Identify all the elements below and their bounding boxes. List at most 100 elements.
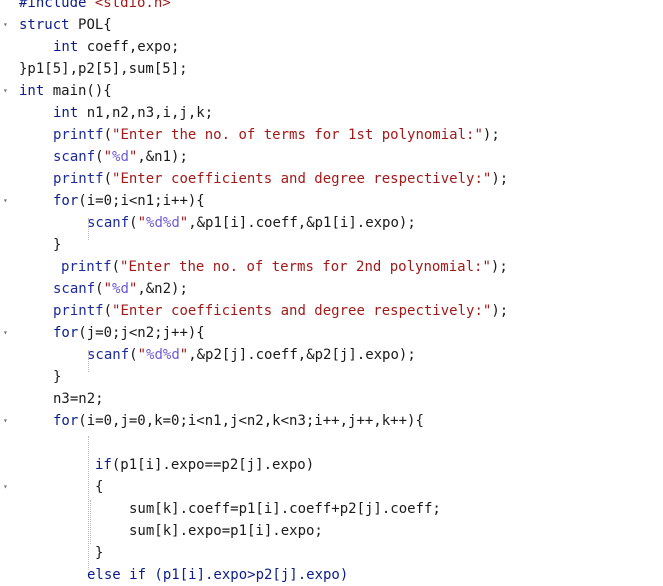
code-token: "Enter the no. of terms for 1st polynomi…	[112, 127, 483, 143]
code-line[interactable]: for(j=0;j<n2;j++){	[53, 322, 205, 344]
code-line[interactable]: printf("Enter the no. of terms for 2nd p…	[61, 256, 508, 278]
code-token: "	[137, 347, 147, 363]
code-token: sum[k].expo=p1[i].expo;	[129, 523, 323, 539]
code-line[interactable]: }	[53, 366, 61, 388]
gutter-marker	[0, 102, 3, 124]
code-line[interactable]: int main(){	[19, 80, 112, 102]
gutter-marker	[0, 344, 3, 366]
code-token: "	[179, 347, 189, 363]
code-token: POL{	[78, 17, 112, 33]
fold-chevron-icon[interactable]: ▾	[3, 410, 13, 432]
code-token: int	[53, 39, 87, 55]
indent-guide	[90, 500, 91, 544]
gutter-marker	[0, 498, 3, 520]
code-token: "Enter coefficients and degree respectiv…	[112, 171, 492, 187]
code-token: ,&p1[i].coeff,&p1[i].expo);	[188, 215, 416, 231]
gutter-marker	[0, 256, 3, 278]
fold-chevron-icon[interactable]: ▾	[3, 190, 13, 212]
indent-guide	[88, 218, 89, 240]
gutter-marker	[0, 146, 3, 168]
gutter-marker	[0, 388, 3, 410]
code-token: printf	[53, 171, 104, 187]
code-token: printf	[53, 303, 104, 319]
code-token: scanf	[53, 149, 96, 165]
gutter-marker	[0, 36, 3, 58]
code-line[interactable]: sum[k].expo=p1[i].expo;	[129, 520, 323, 542]
code-line[interactable]: n3=n2;	[53, 388, 104, 410]
code-line[interactable]: {	[95, 476, 103, 498]
code-line[interactable]: if(p1[i].expo==p2[j].expo)	[95, 454, 314, 476]
gutter-marker	[0, 0, 3, 14]
code-line[interactable]: printf("Enter coefficients and degree re…	[53, 168, 508, 190]
gutter-marker	[0, 300, 3, 322]
code-token: }	[95, 545, 104, 561]
code-token: scanf	[53, 281, 96, 297]
fold-chevron-icon[interactable]: ▾	[3, 322, 13, 344]
indent-guide	[88, 436, 89, 570]
code-token: ,&n1);	[137, 149, 188, 165]
code-token: (	[95, 149, 104, 165]
code-line[interactable]: }	[95, 542, 103, 564]
code-line[interactable]: scanf("%d%d",&p1[i].coeff,&p1[i].expo);	[87, 212, 416, 234]
code-token: coeff,expo;	[86, 39, 180, 55]
code-token: }p1[5],p2[5],sum[5];	[19, 61, 188, 77]
code-line[interactable]: }p1[5],p2[5],sum[5];	[19, 58, 188, 80]
code-line[interactable]: for(i=0;i<n1;i++){	[53, 190, 205, 212]
code-token: (j=0;j<n2;j++){	[78, 325, 205, 341]
code-token: }	[53, 369, 62, 385]
code-token: else if (p1[i].expo>p2[j].expo)	[87, 567, 349, 583]
code-token: "	[137, 215, 147, 231]
code-token: int	[19, 83, 53, 99]
code-line[interactable]: scanf("%d",&n2);	[53, 278, 188, 300]
code-line[interactable]: printf("Enter coefficients and degree re…	[53, 300, 508, 322]
code-token: (	[103, 303, 113, 319]
fold-chevron-icon[interactable]: ▾	[3, 80, 13, 102]
fold-chevron-icon[interactable]: ▾	[3, 14, 13, 36]
code-token: int	[53, 105, 87, 121]
fold-chevron-icon[interactable]: ▾	[3, 476, 13, 498]
code-line[interactable]: #include <stdio.h>	[19, 0, 171, 14]
code-token: printf	[53, 127, 104, 143]
code-token: "	[103, 149, 113, 165]
gutter-marker	[0, 454, 3, 476]
code-line[interactable]: scanf("%d%d",&p2[j].coeff,&p2[j].expo);	[87, 344, 416, 366]
code-token: %d%d	[146, 215, 180, 231]
code-line[interactable]: struct POL{	[19, 14, 112, 36]
code-line[interactable]: sum[k].coeff=p1[i].coeff+p2[j].coeff;	[129, 498, 441, 520]
code-token: "Enter coefficients and degree respectiv…	[112, 303, 492, 319]
gutter-marker	[0, 58, 3, 80]
line-gutter: ▾ ▾ ▾ ▾ ▾ ▾	[0, 0, 16, 575]
gutter-marker	[0, 432, 3, 454]
code-token: "	[103, 281, 113, 297]
code-token: ,&p2[j].coeff,&p2[j].expo);	[188, 347, 416, 363]
code-token: scanf	[87, 347, 130, 363]
code-line[interactable]: int n1,n2,n3,i,j,k;	[53, 102, 213, 124]
gutter-marker	[0, 168, 3, 190]
indent-guide	[88, 350, 89, 372]
code-line[interactable]: }	[53, 234, 61, 256]
gutter-marker	[0, 234, 3, 256]
gutter-marker	[0, 366, 3, 388]
code-token: #include	[19, 0, 95, 11]
code-token: %d	[112, 281, 129, 297]
code-line[interactable]: int coeff,expo;	[53, 36, 179, 58]
gutter-marker	[0, 212, 3, 234]
code-editor[interactable]: ▾ ▾ ▾ ▾ ▾ ▾ #include <stdio.h> struct POL{int …	[0, 0, 663, 583]
code-token: printf	[61, 259, 112, 275]
code-token: for	[53, 325, 79, 341]
code-token: for	[53, 193, 79, 209]
code-line[interactable]: for(i=0,j=0,k=0;i<n1,j<n2,k<n3;i++,j++,k…	[53, 410, 424, 432]
code-token: n1,n2,n3,i,j,k;	[86, 105, 214, 121]
code-token: );	[491, 171, 509, 187]
code-line[interactable]: scanf("%d",&n1);	[53, 146, 188, 168]
code-token: %d%d	[146, 347, 180, 363]
gutter-marker	[0, 278, 3, 300]
code-token: (	[103, 127, 113, 143]
code-line[interactable]: else if (p1[i].expo>p2[j].expo)	[87, 564, 348, 586]
code-token: "Enter the no. of terms for 2nd polynomi…	[120, 259, 491, 275]
code-token: (	[95, 281, 104, 297]
code-token: (i=0;i<n1;i++){	[78, 193, 205, 209]
gutter-marker	[0, 564, 3, 586]
code-line[interactable]: printf("Enter the no. of terms for 1st p…	[53, 124, 500, 146]
code-token: {	[95, 479, 104, 495]
